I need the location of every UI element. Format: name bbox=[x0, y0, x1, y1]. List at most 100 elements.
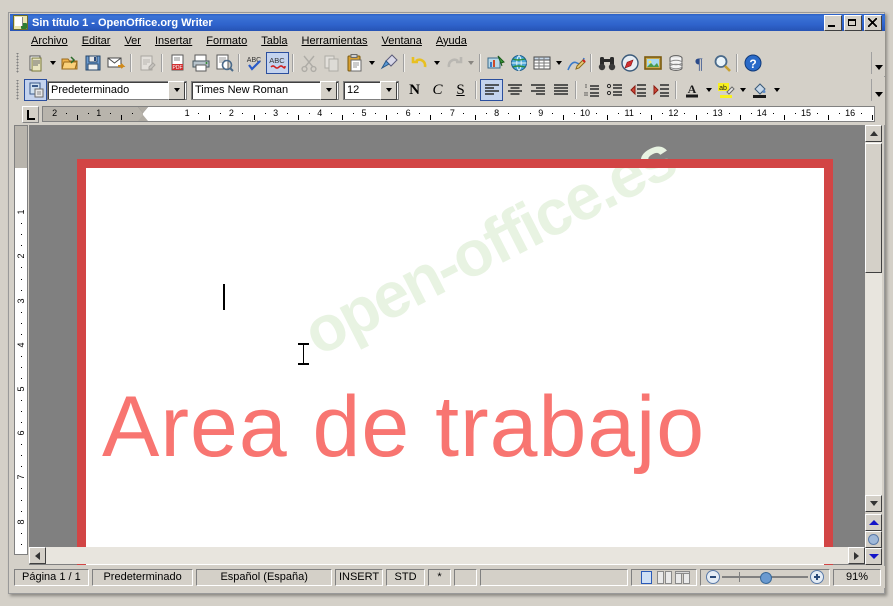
font-color-icon[interactable]: A bbox=[680, 79, 703, 101]
menu-archivo[interactable]: Archivo bbox=[24, 33, 75, 49]
horizontal-ruler[interactable]: 2 1 1 2 3 4 5 6 7 8 9 10 11 12 13 14 15 16 bbox=[42, 106, 875, 122]
single-page-view-icon[interactable] bbox=[638, 570, 654, 585]
align-center-icon[interactable] bbox=[503, 79, 526, 101]
first-line-indent-marker[interactable] bbox=[138, 107, 148, 113]
background-color-icon[interactable] bbox=[748, 79, 771, 101]
menu-herramientas[interactable]: Herramientas bbox=[295, 33, 375, 49]
edit-file-icon[interactable] bbox=[135, 52, 158, 74]
menu-ver[interactable]: Ver bbox=[117, 33, 148, 49]
modified-status[interactable]: * bbox=[428, 568, 451, 586]
zoom-value-status[interactable]: 91% bbox=[833, 568, 881, 586]
undo-dropdown[interactable] bbox=[431, 52, 442, 74]
scroll-right-icon[interactable] bbox=[848, 547, 865, 564]
next-page-icon[interactable] bbox=[865, 548, 882, 565]
unordered-list-icon[interactable] bbox=[603, 79, 626, 101]
zoom-slider[interactable] bbox=[706, 570, 825, 585]
export-pdf-icon[interactable]: PDF bbox=[166, 52, 189, 74]
tab-stop-left-icon[interactable] bbox=[22, 106, 39, 123]
toolbar-overflow-icon[interactable] bbox=[871, 52, 885, 74]
zoom-magnifier-icon[interactable] bbox=[710, 52, 733, 74]
toolbar-grip[interactable] bbox=[13, 80, 22, 100]
menu-formato[interactable]: Formato bbox=[199, 33, 254, 49]
left-indent-marker[interactable] bbox=[138, 115, 148, 121]
insert-mode-status[interactable]: INSERT bbox=[335, 568, 383, 586]
scroll-up-icon[interactable] bbox=[865, 125, 882, 142]
vertical-ruler[interactable]: 1 2 3 4 5 6 7 8 bbox=[14, 125, 28, 555]
minimize-button[interactable] bbox=[824, 14, 842, 31]
font-name-combo[interactable]: Times New Roman bbox=[191, 80, 339, 100]
paragraph-style-value[interactable]: Predeterminado bbox=[48, 84, 168, 96]
new-document-icon[interactable] bbox=[24, 52, 47, 74]
underline-button[interactable]: S bbox=[449, 79, 472, 101]
navigator-compass-icon[interactable] bbox=[618, 52, 641, 74]
menu-ayuda[interactable]: Ayuda bbox=[429, 33, 474, 49]
page-style-status[interactable]: Predeterminado bbox=[91, 568, 194, 586]
font-name-value[interactable]: Times New Roman bbox=[192, 84, 320, 96]
redo-icon[interactable] bbox=[442, 52, 465, 74]
send-email-icon[interactable] bbox=[104, 52, 127, 74]
spellcheck-icon[interactable]: ABC bbox=[243, 52, 266, 74]
horizontal-scroll-track[interactable] bbox=[46, 547, 848, 564]
language-status[interactable]: Español (España) bbox=[196, 568, 332, 586]
paste-dropdown[interactable] bbox=[366, 52, 377, 74]
data-sources-icon[interactable] bbox=[664, 52, 687, 74]
vertical-scroll-thumb[interactable] bbox=[865, 143, 882, 273]
vertical-scrollbar[interactable] bbox=[865, 125, 882, 565]
insert-chart-icon[interactable] bbox=[484, 52, 507, 74]
save-floppy-icon[interactable] bbox=[81, 52, 104, 74]
print-preview-icon[interactable] bbox=[212, 52, 235, 74]
insert-table-dropdown[interactable] bbox=[553, 52, 564, 74]
horizontal-scrollbar[interactable] bbox=[29, 547, 865, 564]
align-justified-icon[interactable] bbox=[549, 79, 572, 101]
navigation-target-icon[interactable] bbox=[865, 531, 882, 548]
menu-insertar[interactable]: Insertar bbox=[148, 33, 199, 49]
multi-page-view-icon[interactable] bbox=[656, 570, 672, 585]
show-draw-functions-icon[interactable] bbox=[564, 52, 587, 74]
hyperlink-globe-icon[interactable] bbox=[507, 52, 530, 74]
zoom-slider-container[interactable] bbox=[700, 568, 831, 586]
scroll-down-icon[interactable] bbox=[865, 495, 882, 512]
zoom-out-button[interactable] bbox=[706, 570, 721, 584]
align-right-icon[interactable] bbox=[526, 79, 549, 101]
font-name-dropdown-arrow[interactable] bbox=[320, 80, 337, 100]
insert-table-icon[interactable] bbox=[530, 52, 553, 74]
paste-clipboard-icon[interactable] bbox=[343, 52, 366, 74]
zoom-track[interactable] bbox=[722, 572, 809, 584]
find-replace-binoculars-icon[interactable] bbox=[595, 52, 618, 74]
apply-style-icon[interactable] bbox=[24, 79, 47, 101]
signature-status[interactable] bbox=[453, 568, 477, 586]
book-view-icon[interactable] bbox=[674, 570, 690, 585]
maximize-button[interactable] bbox=[844, 14, 862, 31]
copy-icon[interactable] bbox=[320, 52, 343, 74]
help-icon[interactable]: ? bbox=[741, 52, 764, 74]
italic-button[interactable]: C bbox=[426, 79, 449, 101]
zoom-thumb[interactable] bbox=[759, 572, 772, 584]
font-size-combo[interactable]: 12 bbox=[343, 80, 399, 100]
new-document-dropdown[interactable] bbox=[47, 52, 58, 74]
selection-mode-status[interactable]: STD bbox=[386, 568, 426, 586]
font-color-dropdown[interactable] bbox=[703, 79, 714, 101]
menu-editar[interactable]: Editar bbox=[75, 33, 118, 49]
open-folder-icon[interactable] bbox=[58, 52, 81, 74]
undo-icon[interactable] bbox=[408, 52, 431, 74]
toolbar-grip[interactable] bbox=[13, 53, 22, 73]
document-workspace[interactable]: open-office.es Area de trabajo bbox=[29, 125, 865, 565]
cut-scissors-icon[interactable] bbox=[297, 52, 320, 74]
ordered-list-icon[interactable]: I II bbox=[580, 79, 603, 101]
section-status[interactable] bbox=[479, 568, 629, 586]
increase-indent-icon[interactable] bbox=[649, 79, 672, 101]
clone-formatting-brush-icon[interactable] bbox=[377, 52, 400, 74]
paragraph-style-combo[interactable]: Predeterminado bbox=[47, 80, 187, 100]
font-size-value[interactable]: 12 bbox=[344, 84, 380, 96]
background-color-dropdown[interactable] bbox=[771, 79, 782, 101]
formatting-marks-pilcrow-icon[interactable]: ¶ bbox=[687, 52, 710, 74]
close-button[interactable] bbox=[864, 14, 882, 31]
print-icon[interactable] bbox=[189, 52, 212, 74]
autospellcheck-icon[interactable]: ABC bbox=[266, 52, 289, 74]
align-left-icon[interactable] bbox=[480, 79, 503, 101]
menu-tabla[interactable]: Tabla bbox=[254, 33, 294, 49]
page-status[interactable]: Página 1 / 1 bbox=[14, 568, 89, 586]
highlighting-dropdown[interactable] bbox=[737, 79, 748, 101]
highlighting-icon[interactable]: ab bbox=[714, 79, 737, 101]
scroll-left-icon[interactable] bbox=[29, 547, 46, 564]
